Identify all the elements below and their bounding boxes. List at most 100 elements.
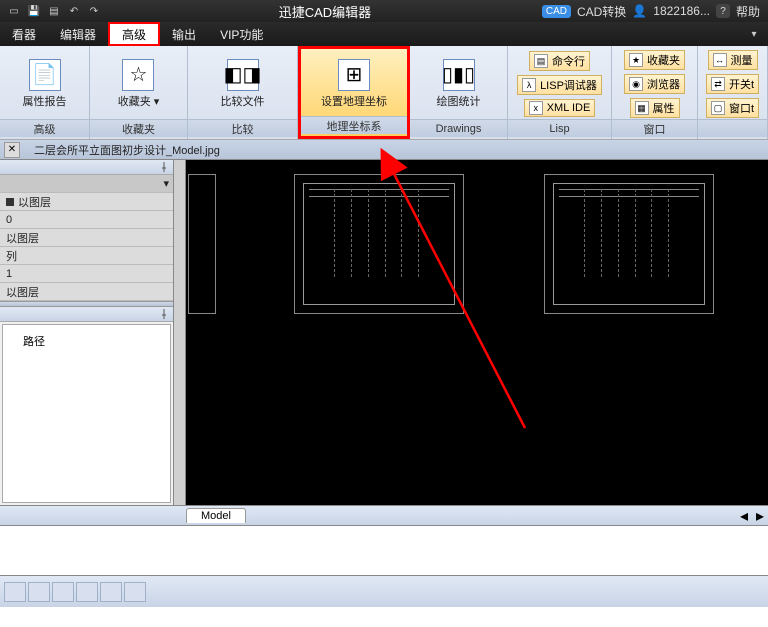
grid-row[interactable]: 以图层 [0,229,173,247]
set-geo-coords-button[interactable]: ⊞ 设置地理坐标 [313,57,395,111]
model-tab-bar: Model ◂ ▸ [0,505,768,525]
group-label-lisp: Lisp [508,119,611,137]
model-tab[interactable]: Model [186,508,246,523]
undo-icon[interactable]: ↶ [66,3,82,19]
help-label[interactable]: 帮助 [736,3,760,20]
user-label: 1822186... [653,4,710,18]
help-icon[interactable]: ? [716,4,730,18]
status-button[interactable] [52,582,74,602]
grid-row[interactable]: 列 [0,247,173,265]
tab-output[interactable]: 输出 [160,22,208,46]
status-bar [0,575,768,607]
favorites-button[interactable]: ☆ 收藏夹 ▾ [110,57,168,111]
properties-panel: ▾ 以图层 0 以图层 列 1 以图层 路径 [0,160,174,505]
win-favorites-button[interactable]: ★收藏夹 [624,50,685,70]
app-title: 迅捷CAD编辑器 [108,2,542,21]
print-icon[interactable]: ▤ [46,3,62,19]
lisp-debugger-button[interactable]: λLISP调试器 [517,75,602,95]
ribbon-group-favorites: ☆ 收藏夹 ▾ 收藏夹 [90,46,188,139]
group-label-geo: 地理坐标系 [301,116,407,134]
path-panel: 路径 [2,324,171,503]
grid-row[interactable]: 以图层 [0,283,173,301]
redo-icon[interactable]: ↷ [86,3,102,19]
status-button[interactable] [124,582,146,602]
switch-button[interactable]: ⇄开关t [706,74,759,94]
user-icon: 👤 [632,4,647,18]
pin-icon[interactable] [159,309,169,319]
chevron-down-icon[interactable]: ▾ [163,177,169,190]
pin-icon[interactable] [159,162,169,172]
ribbon-group-drawings: ▯▮▯ 绘图统计 Drawings [410,46,508,139]
drawing-preview [294,174,464,314]
compare-button[interactable]: ◧◨ 比较文件 [213,57,273,111]
ribbon-group-window: ★收藏夹 ◉浏览器 ▦属性 窗口 [612,46,698,139]
menu-bar: 看器 编辑器 高级 输出 VIP功能 ▾ [0,22,768,46]
square-icon [6,198,14,206]
win-properties-button[interactable]: ▦属性 [630,98,680,118]
win-browser-button[interactable]: ◉浏览器 [624,74,685,94]
ribbon-group-lisp: ▤命令行 λLISP调试器 xXML IDE Lisp [508,46,612,139]
ribbon-group-compare: ◧◨ 比较文件 比较 [188,46,298,139]
status-button[interactable] [28,582,50,602]
group-label-compare: 比较 [188,119,297,137]
debug-icon: λ [522,78,536,92]
group-label-window: 窗口 [612,119,697,137]
status-button[interactable] [76,582,98,602]
favorites-icon: ☆ [122,59,154,91]
drawing-canvas[interactable] [174,160,768,505]
grid-row[interactable]: 以图层 [0,193,173,211]
star-icon: ★ [629,53,643,67]
title-bar: ▭ 💾 ▤ ↶ ↷ 迅捷CAD编辑器 CAD CAD转换 👤 1822186..… [0,0,768,22]
file-tab-strip: ✕ 二层会所平立面图初步设计_Model.jpg [0,140,768,160]
drawing-stats-button[interactable]: ▯▮▯ 绘图统计 [429,57,489,111]
tab-editor[interactable]: 编辑器 [48,22,108,46]
cmd-icon: ▤ [534,54,548,68]
status-button[interactable] [4,582,26,602]
property-grid: ▾ 以图层 0 以图层 列 1 以图层 [0,175,173,301]
cad-convert-button[interactable]: CAD转换 [577,3,626,20]
file-tab[interactable]: 二层会所平立面图初步设计_Model.jpg [24,142,230,158]
drawing-preview [544,174,714,314]
save-icon[interactable]: 💾 [26,3,42,19]
new-icon[interactable]: ▭ [6,3,22,19]
grid-row[interactable]: 1 [0,265,173,283]
tab-vip[interactable]: VIP功能 [208,22,275,46]
group-label-extra [698,119,767,137]
window-icon: ▢ [711,101,725,115]
grid-row[interactable]: 0 [0,211,173,229]
globe-icon: ◉ [629,77,643,91]
canvas-vertical-scrollbar[interactable] [174,160,186,505]
tab-advanced[interactable]: 高级 [108,22,160,46]
title-right: CAD CAD转换 👤 1822186... ? 帮助 [542,3,768,20]
cad-badge: CAD [542,5,571,18]
tab-viewer[interactable]: 看器 [0,22,48,46]
switch-icon: ⇄ [711,77,725,91]
xml-icon: x [529,101,543,115]
quick-access: ▭ 💾 ▤ ↶ ↷ [0,3,108,19]
property-report-button[interactable]: 📄 属性报告 [15,57,75,111]
scroll-right-icon[interactable]: ▸ [752,506,768,526]
command-line-button[interactable]: ▤命令行 [529,51,590,71]
group-label-favorites: 收藏夹 [90,119,187,137]
measure-icon: ↔ [713,53,727,67]
command-input[interactable] [0,525,768,575]
geo-icon: ⊞ [338,59,370,91]
dropdown-icon[interactable]: ▾ [746,26,762,42]
stats-icon: ▯▮▯ [443,59,475,91]
close-tab-button[interactable]: ✕ [4,142,20,158]
status-button[interactable] [100,582,122,602]
main-area: ▾ 以图层 0 以图层 列 1 以图层 路径 [0,160,768,505]
ribbon-group-geo: ⊞ 设置地理坐标 地理坐标系 [298,46,410,139]
grid-header[interactable]: ▾ [0,175,173,193]
group-label-advanced: 高级 [0,119,89,137]
ribbon-group-extra: ↔测量 ⇄开关t ▢窗口t [698,46,768,139]
xml-ide-button[interactable]: xXML IDE [524,99,596,117]
panel-header-2 [0,307,173,322]
panel-header-1 [0,160,173,175]
path-label: 路径 [23,336,45,348]
prop-icon: ▦ [635,101,649,115]
window-button[interactable]: ▢窗口t [706,98,759,118]
measure-button[interactable]: ↔测量 [708,50,758,70]
ribbon: 📄 属性报告 高级 ☆ 收藏夹 ▾ 收藏夹 ◧◨ 比较文件 比较 ⊞ 设置地理坐… [0,46,768,140]
scroll-left-icon[interactable]: ◂ [736,506,752,526]
